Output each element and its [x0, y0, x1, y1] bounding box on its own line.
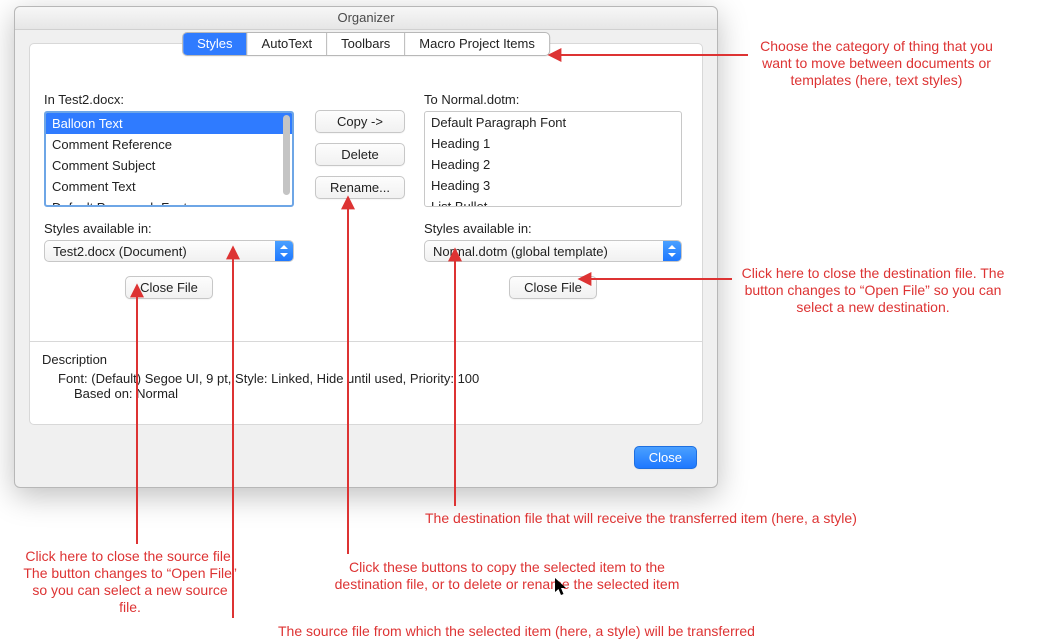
source-heading: In Test2.docx: [44, 92, 294, 107]
close-source-file-button[interactable]: Close File [125, 276, 213, 299]
tab-macro-project-items[interactable]: Macro Project Items [405, 33, 549, 55]
list-item[interactable]: Heading 2 [425, 154, 681, 175]
select-value: Test2.docx (Document) [53, 244, 187, 259]
annotation-left-close: Click here to close the source file. The… [20, 548, 240, 616]
destination-pane: To Normal.dotm: Default Paragraph Font H… [424, 92, 682, 299]
chevron-updown-icon [663, 241, 681, 261]
rename-button[interactable]: Rename... [315, 176, 405, 199]
tab-styles[interactable]: Styles [183, 33, 247, 55]
destination-available-label: Styles available in: [424, 221, 682, 236]
category-tabs: Styles AutoText Toolbars Macro Project I… [182, 32, 550, 56]
list-item[interactable]: Balloon Text [46, 113, 292, 134]
tab-toolbars[interactable]: Toolbars [327, 33, 405, 55]
dialog-body: Styles AutoText Toolbars Macro Project I… [29, 43, 703, 425]
list-item[interactable]: Default Paragraph Font [46, 197, 292, 207]
list-item[interactable]: Heading 3 [425, 175, 681, 196]
organizer-window: Organizer Styles AutoText Toolbars Macro… [14, 6, 718, 488]
destination-file-select[interactable]: Normal.dotm (global template) [424, 240, 682, 262]
destination-heading: To Normal.dotm: [424, 92, 682, 107]
annotation-buttons: Click these buttons to copy the selected… [322, 559, 692, 593]
description-line: Based on: Normal [58, 386, 690, 401]
scrollbar-thumb[interactable] [283, 115, 290, 195]
action-buttons: Copy -> Delete Rename... [315, 110, 405, 199]
copy-button[interactable]: Copy -> [315, 110, 405, 133]
close-destination-file-button[interactable]: Close File [509, 276, 597, 299]
destination-styles-list[interactable]: Default Paragraph Font Heading 1 Heading… [424, 111, 682, 207]
annotation-tabs: Choose the category of thing that you wa… [754, 38, 999, 89]
tab-autotext[interactable]: AutoText [248, 33, 328, 55]
annotation-source-file: The source file from which the selected … [278, 623, 838, 640]
list-item[interactable]: Comment Text [46, 176, 292, 197]
annotation-right-close: Click here to close the destination file… [738, 265, 1008, 316]
description-line: Font: (Default) Segoe UI, 9 pt, Style: L… [58, 371, 690, 386]
list-item[interactable]: Default Paragraph Font [425, 112, 681, 133]
select-value: Normal.dotm (global template) [433, 244, 608, 259]
delete-button[interactable]: Delete [315, 143, 405, 166]
source-styles-list[interactable]: Balloon Text Comment Reference Comment S… [44, 111, 294, 207]
annotation-dest-file: The destination file that will receive t… [425, 510, 985, 527]
list-item[interactable]: List Bullet [425, 196, 681, 207]
list-item[interactable]: Heading 1 [425, 133, 681, 154]
source-file-select[interactable]: Test2.docx (Document) [44, 240, 294, 262]
description-heading: Description [42, 352, 690, 367]
window-title: Organizer [15, 7, 717, 30]
description-panel: Description Font: (Default) Segoe UI, 9 … [30, 341, 702, 415]
source-pane: In Test2.docx: Balloon Text Comment Refe… [44, 92, 294, 299]
list-item[interactable]: Comment Reference [46, 134, 292, 155]
source-available-label: Styles available in: [44, 221, 294, 236]
close-dialog-button[interactable]: Close [634, 446, 697, 469]
chevron-updown-icon [275, 241, 293, 261]
list-item[interactable]: Comment Subject [46, 155, 292, 176]
